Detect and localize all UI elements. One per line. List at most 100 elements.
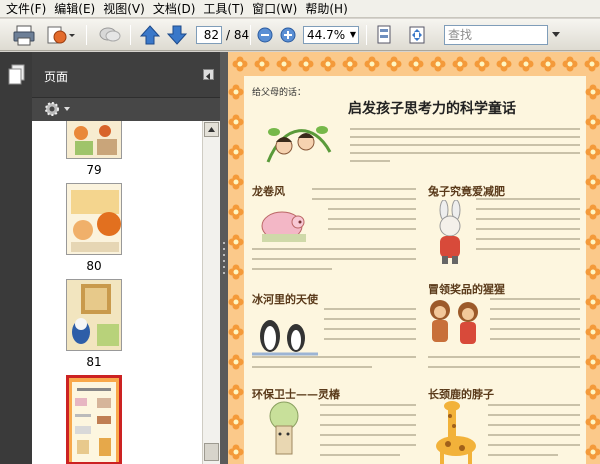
search-options-chevron-icon[interactable] <box>552 32 560 37</box>
search-input[interactable]: 查找 <box>444 25 548 45</box>
menu-tools[interactable]: 工具(T) <box>201 0 250 17</box>
fit-page-icon <box>377 25 391 44</box>
text-line <box>312 188 416 190</box>
text-line <box>252 248 416 250</box>
page-total-label: / 84 <box>226 28 250 42</box>
print-button[interactable] <box>10 23 38 47</box>
text-line <box>350 128 580 130</box>
page-thumbnail[interactable] <box>66 279 122 351</box>
text-line <box>324 318 416 320</box>
tree-character-illustration <box>269 401 299 455</box>
pages-icon <box>8 64 25 85</box>
next-page-button[interactable] <box>165 23 189 47</box>
children-on-vine-illustration <box>266 126 332 163</box>
text-line <box>320 434 416 436</box>
splitter-grip <box>223 254 225 256</box>
chevron-up-icon <box>208 127 215 132</box>
text-line <box>320 454 400 456</box>
thumbnail-label: 80 <box>86 259 102 273</box>
text-line <box>476 228 580 230</box>
section-heading: 龙卷风 <box>252 185 285 198</box>
page-thumbnail[interactable] <box>66 121 122 159</box>
text-line <box>476 198 580 200</box>
text-line <box>490 338 580 340</box>
panel-splitter[interactable] <box>220 52 228 464</box>
zoom-in-button[interactable] <box>279 23 297 47</box>
splitter-grip <box>223 272 225 274</box>
text-line <box>350 136 580 138</box>
page-number-input[interactable]: 82 <box>196 26 222 44</box>
article-title: 启发孩子思考力的科学童话 <box>348 101 516 117</box>
toolbar-separator <box>130 25 131 45</box>
document-view[interactable]: 给父母的话： 启发孩子思考力的科学童话 龙卷风 兔子究竟爱减肥 冰河里的天使 冒… <box>228 52 600 464</box>
chevron-left-icon <box>206 73 210 80</box>
menu-file[interactable]: 文件(F) <box>4 0 52 17</box>
page-thumbnail-image <box>67 121 121 158</box>
text-line <box>324 328 416 330</box>
menu-document[interactable]: 文档(D) <box>151 0 202 17</box>
page-thumbnail-selected[interactable] <box>66 375 122 464</box>
menu-help[interactable]: 帮助(H) <box>303 0 353 17</box>
zoom-select[interactable]: 44.7% ▼ <box>303 26 359 44</box>
arrow-down-icon <box>167 25 187 45</box>
zoom-in-icon <box>280 27 296 43</box>
text-line <box>252 356 416 358</box>
pages-panel-button[interactable] <box>8 64 26 89</box>
scrollbar-thumb[interactable] <box>204 443 219 461</box>
thumbnail-label: 79 <box>86 163 102 177</box>
scroll-up-button[interactable] <box>204 122 219 137</box>
text-line <box>490 328 580 330</box>
printer-icon <box>13 25 35 46</box>
text-line <box>476 218 580 220</box>
share-button[interactable] <box>44 23 76 47</box>
menu-edit[interactable]: 编辑(E) <box>52 0 101 17</box>
page-thumbnail-image <box>69 378 119 462</box>
text-line <box>488 454 558 456</box>
zoom-out-button[interactable] <box>256 23 274 47</box>
fit-page-button[interactable] <box>372 23 396 47</box>
splitter-grip <box>223 242 225 244</box>
text-line <box>428 366 580 368</box>
page-thumbnail[interactable] <box>66 183 122 255</box>
text-line <box>476 208 580 210</box>
menu-window[interactable]: 窗口(W) <box>250 0 303 17</box>
gear-icon <box>45 102 70 116</box>
chevron-down-icon: ▼ <box>349 30 356 39</box>
splitter-grip <box>223 260 225 262</box>
navigation-strip <box>0 52 32 464</box>
pig-illustration <box>261 211 306 242</box>
text-line <box>476 238 580 240</box>
text-line <box>490 298 580 300</box>
text-line <box>488 414 580 416</box>
splitter-grip <box>223 248 225 250</box>
text-line <box>324 338 416 340</box>
text-line <box>350 144 580 146</box>
menu-view[interactable]: 视图(V) <box>101 0 151 17</box>
full-screen-button[interactable] <box>404 23 430 47</box>
text-line <box>488 424 580 426</box>
panel-title: 页面 <box>44 70 69 84</box>
page-thumbnail-image <box>67 280 121 350</box>
options-button[interactable] <box>44 101 74 120</box>
thumbnail-label: 81 <box>86 355 102 369</box>
pages-panel: 页面 79 80 81 <box>32 52 220 464</box>
comment-button[interactable] <box>96 23 124 47</box>
rabbit-illustration <box>439 200 461 264</box>
menu-bar: 文件(F) 编辑(E) 视图(V) 文档(D) 工具(T) 窗口(W) 帮助(H… <box>0 0 600 18</box>
text-line <box>252 268 332 270</box>
thumbnail-scrollbar[interactable] <box>202 121 220 464</box>
previous-page-button[interactable] <box>138 23 162 47</box>
text-line <box>252 366 372 368</box>
text-line <box>324 308 416 310</box>
text-line <box>428 356 580 358</box>
toolbar: 82 / 84 44.7% ▼ 查找 <box>0 19 600 51</box>
text-line <box>350 160 390 162</box>
text-line <box>350 152 580 154</box>
text-line <box>488 434 580 436</box>
zoom-out-icon <box>257 27 273 43</box>
zoom-value: 44.7% <box>307 28 346 42</box>
toolbar-separator <box>250 25 251 45</box>
splitter-grip <box>223 266 225 268</box>
toolbar-separator <box>86 25 87 45</box>
collapse-panel-button[interactable] <box>203 69 214 80</box>
